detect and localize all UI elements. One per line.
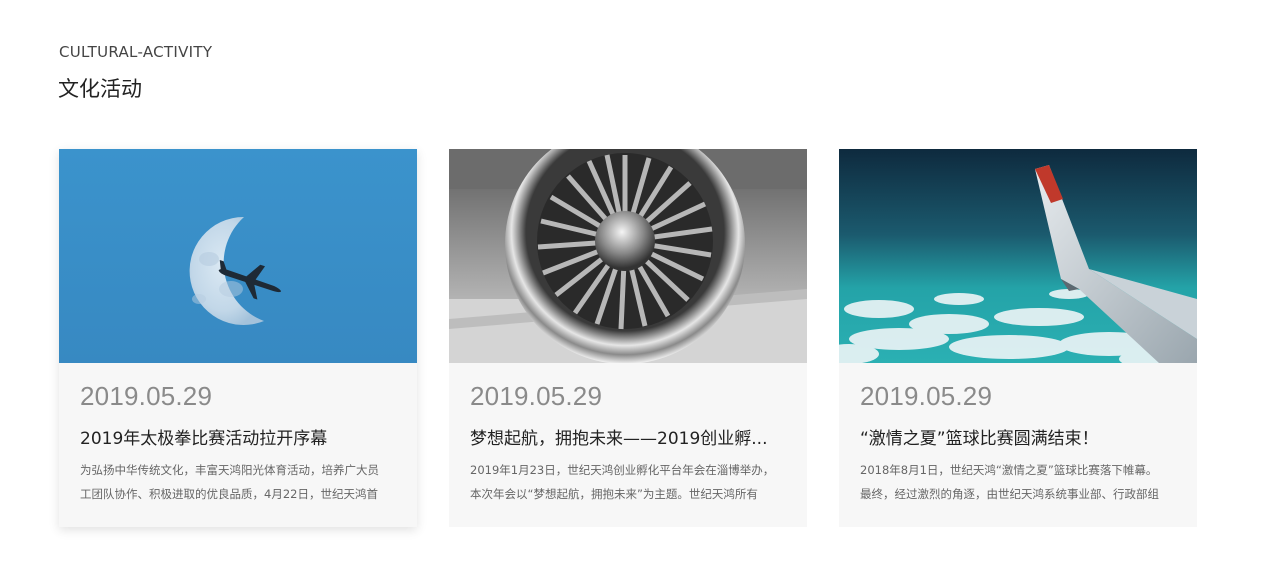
card-image[interactable] [839,149,1197,363]
card-title[interactable]: “激情之夏”篮球比赛圆满结束！ [860,424,1178,449]
excerpt-line: 工团队协作、积极进取的优良品质，4月22日，世纪天鸿首 [80,487,378,501]
section-subtitle: CULTURAL-ACTIVITY [59,43,213,61]
excerpt-line: 2018年8月1日，世纪天鸿“激情之夏”篮球比赛落下帷幕。 [860,463,1158,477]
airplane-moon-photo [59,149,417,363]
excerpt-line: 为弘扬中华传统文化，丰富天鸿阳光体育活动，培养广大员 [80,463,379,477]
airplane-wing-clouds-photo [839,149,1197,363]
excerpt-line: 本次年会以“梦想起航，拥抱未来”为主题。世纪天鸿所有 [470,487,758,501]
card-excerpt: 2018年8月1日，世纪天鸿“激情之夏”篮球比赛落下帷幕。 最终，经过激烈的角逐… [860,458,1178,506]
card-excerpt: 为弘扬中华传统文化，丰富天鸿阳光体育活动，培养广大员 工团队协作、积极进取的优良… [80,458,398,506]
card-date: 2019.05.29 [860,381,993,411]
card-date: 2019.05.29 [470,381,603,411]
card-excerpt: 2019年1月23日，世纪天鸿创业孵化平台年会在淄博举办， 本次年会以“梦想起航… [470,458,788,506]
activity-card[interactable]: 2019.05.29 2019年太极拳比赛活动拉开序幕 为弘扬中华传统文化，丰富… [59,149,417,527]
jet-engine-photo [449,149,807,363]
excerpt-line: 2019年1月23日，世纪天鸿创业孵化平台年会在淄博举办， [470,463,775,477]
card-image[interactable] [449,149,807,363]
card-image[interactable] [59,149,417,363]
excerpt-line: 最终，经过激烈的角逐，由世纪天鸿系统事业部、行政部组 [860,487,1159,501]
section-title: 文化活动 [58,77,142,101]
activity-card[interactable]: 2019.05.29 梦想起航，拥抱未来——2019创业孵... 2019年1月… [449,149,807,527]
card-title[interactable]: 2019年太极拳比赛活动拉开序幕 [80,424,398,449]
activity-card[interactable]: 2019.05.29 “激情之夏”篮球比赛圆满结束！ 2018年8月1日，世纪天… [839,149,1197,527]
card-title[interactable]: 梦想起航，拥抱未来——2019创业孵... [470,424,788,449]
card-date: 2019.05.29 [80,381,213,411]
